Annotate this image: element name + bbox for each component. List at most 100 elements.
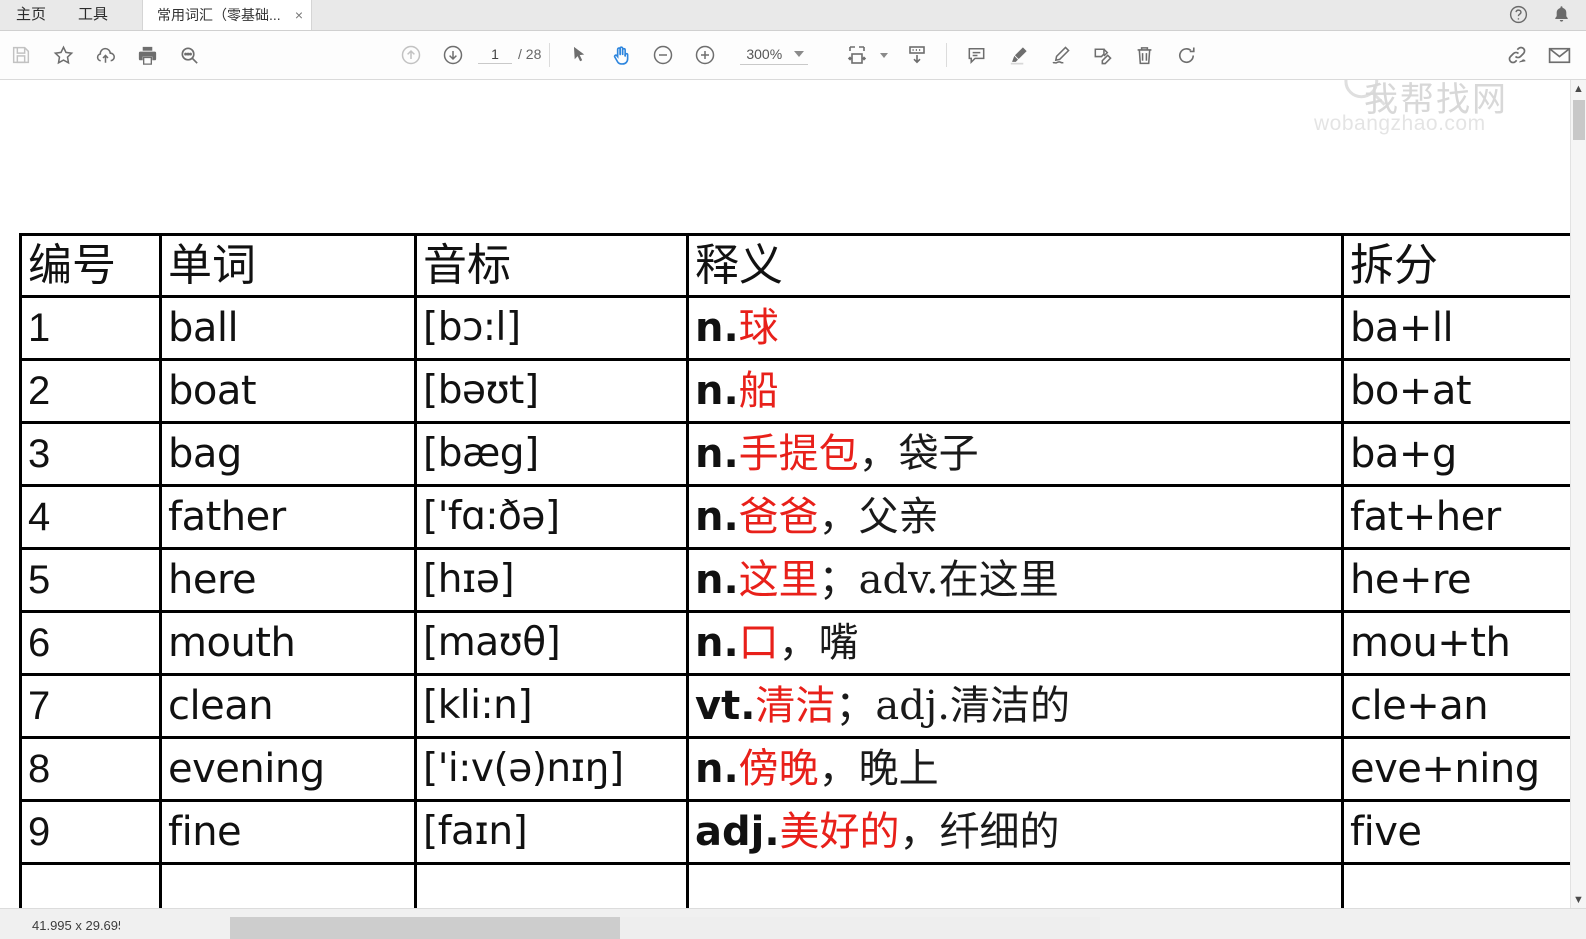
- cell-phonetic: [hɪə]: [414, 547, 689, 613]
- zoom-in-icon[interactable]: [684, 35, 726, 75]
- meaning-secondary: ，晚上: [818, 746, 939, 792]
- table-row: 9 fine [faɪn] adj.美好的，纤细的 five: [19, 799, 1570, 865]
- fit-width-chevron-down-icon[interactable]: [880, 52, 889, 58]
- table-row: 3 bag [bæg] n.手提包，袋子 ba+g: [19, 421, 1570, 487]
- navigation-group: / 28: [390, 35, 541, 75]
- cell-split: five: [1341, 799, 1570, 865]
- cell-phonetic: [bɔ:l]: [414, 295, 689, 361]
- meaning-part-of-speech: n.: [695, 620, 739, 666]
- meaning-primary: 美好的: [779, 809, 900, 855]
- status-bar: 41.995 x 29.695 厘米 ‹: [0, 908, 1586, 939]
- help-circle-icon[interactable]: [1508, 4, 1529, 25]
- meaning-primary: 口: [738, 620, 779, 666]
- scroll-up-chevron-icon[interactable]: ▲: [1573, 84, 1584, 95]
- save-icon[interactable]: [0, 35, 42, 75]
- signature-pen-icon[interactable]: [1039, 35, 1081, 75]
- cell-word: here: [159, 547, 417, 613]
- share-link-icon[interactable]: [1496, 35, 1538, 75]
- menu-tab-home-label: 主页: [16, 6, 47, 23]
- view-tools-group: 300%: [558, 35, 809, 75]
- cell-number: 8: [19, 736, 162, 802]
- cell-number: 2: [19, 358, 162, 424]
- meaning-secondary: ，嘴: [778, 620, 859, 666]
- cursor-arrow-icon[interactable]: [558, 35, 600, 75]
- header-ipa: 音标: [414, 233, 689, 298]
- page-number-input[interactable]: [478, 46, 512, 64]
- cell-split: ba+ll: [1341, 295, 1570, 361]
- titlebar-filler: [312, 0, 1508, 30]
- zoom-out-icon[interactable]: [642, 35, 684, 75]
- vocabulary-table: 编号 单词 音标 释义 拆分 1 ball [bɔ:l] n.球 ba+ll 2 boat[…: [19, 233, 1570, 908]
- table-row: 8 evening ['i:v(ə)nɪŋ] n.傍晚，晚上 eve+ning: [19, 736, 1570, 802]
- table-row: 10friend[frend]n.朋友，助手，赞助者fr+i+end: [19, 862, 1570, 908]
- mail-icon[interactable]: [1538, 35, 1580, 75]
- share-group: [1496, 35, 1586, 75]
- rotate-icon[interactable]: [1165, 35, 1207, 75]
- cell-meaning: n.球: [686, 295, 1344, 361]
- chevron-down-icon[interactable]: [794, 50, 805, 57]
- stamp-edit-icon[interactable]: [1081, 35, 1123, 75]
- cell-meaning: adj.美好的，纤细的: [686, 799, 1344, 865]
- document-tab[interactable]: 常用词汇（零基础... ×: [142, 0, 313, 30]
- cell-phonetic: [faɪn]: [414, 799, 689, 865]
- cell-word: mouth: [159, 610, 417, 676]
- arrow-up-circle-icon[interactable]: [390, 35, 432, 75]
- search-icon[interactable]: [168, 35, 210, 75]
- table-header-row: 编号 单词 音标 释义 拆分: [19, 233, 1570, 298]
- cloud-upload-icon[interactable]: [84, 35, 126, 75]
- layout-tools-group: [836, 35, 938, 75]
- annotation-group: [955, 35, 1207, 75]
- arrow-down-circle-icon[interactable]: [432, 35, 474, 75]
- zoom-level-select[interactable]: 300%: [740, 46, 809, 65]
- fit-width-icon[interactable]: [836, 35, 878, 75]
- horizontal-scrollbar[interactable]: [120, 917, 1480, 939]
- highlighter-icon[interactable]: [997, 35, 1039, 75]
- meaning-primary: 傍晚: [738, 746, 819, 792]
- meaning-part-of-speech: n.: [695, 557, 739, 603]
- cell-phonetic: ['fɑ:ðə]: [414, 484, 689, 550]
- trash-icon[interactable]: [1123, 35, 1165, 75]
- cell-word: clean: [159, 673, 417, 739]
- cell-meaning: n.船: [686, 358, 1344, 424]
- meaning-primary: 清洁: [755, 683, 836, 729]
- meaning-part-of-speech: n.: [695, 494, 739, 540]
- cell-word: friend: [159, 862, 417, 908]
- page-scroll-mode-icon[interactable]: [896, 35, 938, 75]
- magnifier-watermark-icon: [1338, 80, 1394, 114]
- vertical-scrollbar-thumb[interactable]: [1573, 100, 1585, 140]
- close-icon[interactable]: ×: [295, 8, 303, 22]
- scroll-down-chevron-icon[interactable]: ▼: [1573, 895, 1584, 906]
- cell-meaning: n.爸爸，父亲: [686, 484, 1344, 550]
- print-icon[interactable]: [126, 35, 168, 75]
- meaning-secondary: ；adj.清洁的: [835, 683, 1070, 729]
- meaning-part-of-speech: n.: [695, 368, 739, 414]
- menu-tab-home[interactable]: 主页: [0, 0, 62, 30]
- cell-split: bo+at: [1341, 358, 1570, 424]
- meaning-secondary: ；adv.在这里: [818, 557, 1059, 603]
- menu-tab-tools-label: 工具: [78, 6, 109, 23]
- meaning-secondary: ，袋子: [858, 431, 979, 477]
- file-actions-group: [0, 35, 210, 75]
- header-split: 拆分: [1341, 233, 1570, 298]
- cell-number: 1: [19, 295, 162, 361]
- table-row: 2 boat [bəʊt] n.船 bo+at: [19, 358, 1570, 424]
- star-icon[interactable]: [42, 35, 84, 75]
- menu-tab-tools[interactable]: 工具: [62, 0, 124, 30]
- cell-word: fine: [159, 799, 417, 865]
- bell-icon[interactable]: [1551, 4, 1572, 25]
- table-row: 4 father ['fɑ:ðə] n.爸爸，父亲 fat+her: [19, 484, 1570, 550]
- horizontal-scrollbar-thumb[interactable]: [230, 917, 620, 939]
- comment-icon[interactable]: [955, 35, 997, 75]
- meaning-primary: 球: [738, 305, 779, 351]
- meaning-part-of-speech: vt.: [695, 683, 756, 729]
- vertical-scrollbar[interactable]: ▲ ▼: [1570, 80, 1586, 908]
- cell-split: ba+g: [1341, 421, 1570, 487]
- cell-number: 5: [19, 547, 162, 613]
- cell-word: evening: [159, 736, 417, 802]
- meaning-part-of-speech: adj.: [695, 809, 780, 855]
- vocabulary-table-body: 1 ball [bɔ:l] n.球 ba+ll 2 boat [bəʊt] n.船 bo+at 3 b…: [19, 295, 1570, 908]
- meaning-primary: 船: [738, 368, 779, 414]
- document-viewport[interactable]: 编号 单词 音标 释义 拆分 1 ball [bɔ:l] n.球 ba+ll 2 boat[…: [0, 80, 1570, 908]
- hand-tool-icon[interactable]: [600, 35, 642, 75]
- meaning-primary: 手提包: [738, 431, 859, 477]
